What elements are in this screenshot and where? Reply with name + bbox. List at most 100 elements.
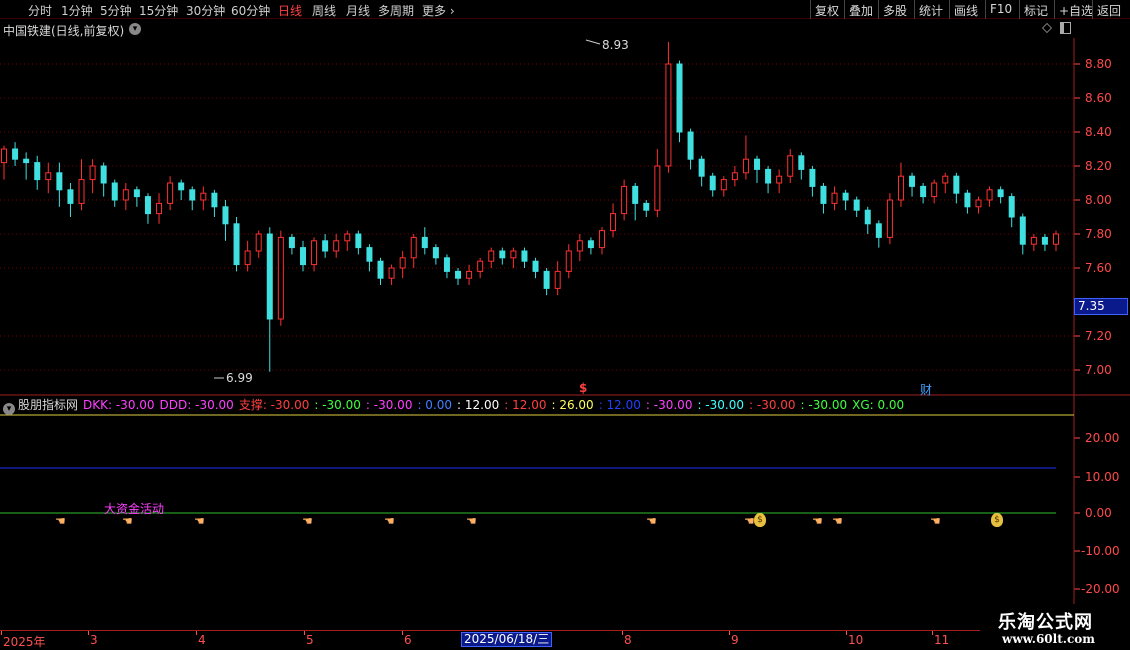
candle-body[interactable] xyxy=(621,185,628,215)
candle-body[interactable] xyxy=(233,223,240,266)
candle-body[interactable] xyxy=(67,189,74,204)
candle-body[interactable] xyxy=(12,148,19,160)
candle-body[interactable] xyxy=(742,158,749,174)
candle-body[interactable] xyxy=(477,260,484,272)
candle-body[interactable] xyxy=(510,250,517,259)
candle-body[interactable] xyxy=(576,240,583,252)
candle-body[interactable] xyxy=(787,155,794,177)
candle-body[interactable] xyxy=(189,189,196,201)
candle-body[interactable] xyxy=(676,63,683,133)
candle-body[interactable] xyxy=(455,270,462,279)
candle-body[interactable] xyxy=(1008,196,1015,218)
candle-body[interactable] xyxy=(366,247,373,262)
candle-body[interactable] xyxy=(521,250,528,262)
candle-body[interactable] xyxy=(56,172,63,191)
candle-body[interactable] xyxy=(953,175,960,194)
candle-body[interactable] xyxy=(255,233,262,252)
candle-body[interactable] xyxy=(266,233,273,320)
candle-body[interactable] xyxy=(355,233,362,249)
candle-body[interactable] xyxy=(277,236,284,320)
candle-body[interactable] xyxy=(798,155,805,170)
candle-body[interactable] xyxy=(377,260,384,279)
candle-body[interactable] xyxy=(133,189,140,198)
candle-body[interactable] xyxy=(410,236,417,259)
candle-body[interactable] xyxy=(986,189,993,201)
candle-body[interactable] xyxy=(111,182,118,201)
candle-body[interactable] xyxy=(875,223,882,238)
candle-body[interactable] xyxy=(211,192,218,208)
dollar-marker[interactable]: $ xyxy=(579,381,587,395)
candle-body[interactable] xyxy=(399,257,406,269)
candle-body[interactable] xyxy=(178,182,185,191)
candle-body[interactable] xyxy=(687,131,694,160)
candle-body[interactable] xyxy=(156,202,163,215)
candle-body[interactable] xyxy=(288,236,295,249)
candle-body[interactable] xyxy=(499,250,506,259)
candle-body[interactable] xyxy=(654,165,661,211)
candle-body[interactable] xyxy=(809,168,816,187)
candle-body[interactable] xyxy=(931,182,938,198)
candle-body[interactable] xyxy=(89,165,96,181)
candle-body[interactable] xyxy=(975,199,982,208)
candle-body[interactable] xyxy=(1019,216,1026,245)
candle-body[interactable] xyxy=(643,202,650,211)
candle-body[interactable] xyxy=(942,175,949,184)
candle-body[interactable] xyxy=(964,192,971,208)
candle-body[interactable] xyxy=(543,270,550,289)
candle-body[interactable] xyxy=(565,250,572,272)
candle-body[interactable] xyxy=(34,162,41,181)
candle-body[interactable] xyxy=(244,250,251,266)
candle-body[interactable] xyxy=(299,247,306,266)
candle-body[interactable] xyxy=(665,63,672,167)
candle-body[interactable] xyxy=(610,213,617,232)
candle-body[interactable] xyxy=(886,199,893,238)
candle-body[interactable] xyxy=(45,172,52,181)
candle-body[interactable] xyxy=(853,199,860,211)
candle-body[interactable] xyxy=(632,185,639,204)
candle-body[interactable] xyxy=(598,230,605,249)
candle-body[interactable] xyxy=(587,240,594,249)
candle-body[interactable] xyxy=(466,270,473,279)
candle-body[interactable] xyxy=(322,240,329,252)
candle-body[interactable] xyxy=(1053,233,1059,245)
candle-body[interactable] xyxy=(831,192,838,204)
candle-body[interactable] xyxy=(820,185,827,204)
candle-body[interactable] xyxy=(776,175,783,184)
candle-body[interactable] xyxy=(144,196,151,215)
candle-body[interactable] xyxy=(554,270,561,289)
candle-body[interactable] xyxy=(864,209,871,225)
candle-body[interactable] xyxy=(1030,236,1037,245)
candle-body[interactable] xyxy=(897,175,904,201)
candle-body[interactable] xyxy=(344,233,351,242)
indicator-name[interactable]: 股朋指标网 xyxy=(18,396,78,413)
candle-body[interactable] xyxy=(443,257,450,272)
candle-body[interactable] xyxy=(23,158,30,164)
candle-body[interactable] xyxy=(311,240,318,266)
candle-body[interactable] xyxy=(754,158,761,170)
candle-body[interactable] xyxy=(167,182,174,204)
candle-body[interactable] xyxy=(842,192,849,201)
candle-body[interactable] xyxy=(388,267,395,279)
candle-body[interactable] xyxy=(909,175,916,187)
candle-body[interactable] xyxy=(698,158,705,177)
kline-chart[interactable] xyxy=(0,0,1130,630)
candle-body[interactable] xyxy=(731,172,738,181)
candle-body[interactable] xyxy=(432,247,439,259)
indicator-menu-icon[interactable]: ▾ xyxy=(3,403,15,415)
candle-body[interactable] xyxy=(200,192,207,201)
candle-body[interactable] xyxy=(532,260,539,272)
candle-body[interactable] xyxy=(100,165,107,184)
candle-body[interactable] xyxy=(765,168,772,184)
candle-body[interactable] xyxy=(78,179,85,204)
candle-body[interactable] xyxy=(122,189,129,201)
candle-body[interactable] xyxy=(709,175,716,191)
candle-body[interactable] xyxy=(333,240,340,252)
candle-body[interactable] xyxy=(1,148,7,164)
candle-body[interactable] xyxy=(488,250,495,262)
candle-body[interactable] xyxy=(920,185,927,198)
candle-body[interactable] xyxy=(997,189,1004,198)
candle-body[interactable] xyxy=(1041,236,1048,245)
candle-body[interactable] xyxy=(720,179,727,191)
candle-body[interactable] xyxy=(421,236,428,249)
candle-body[interactable] xyxy=(222,206,229,225)
